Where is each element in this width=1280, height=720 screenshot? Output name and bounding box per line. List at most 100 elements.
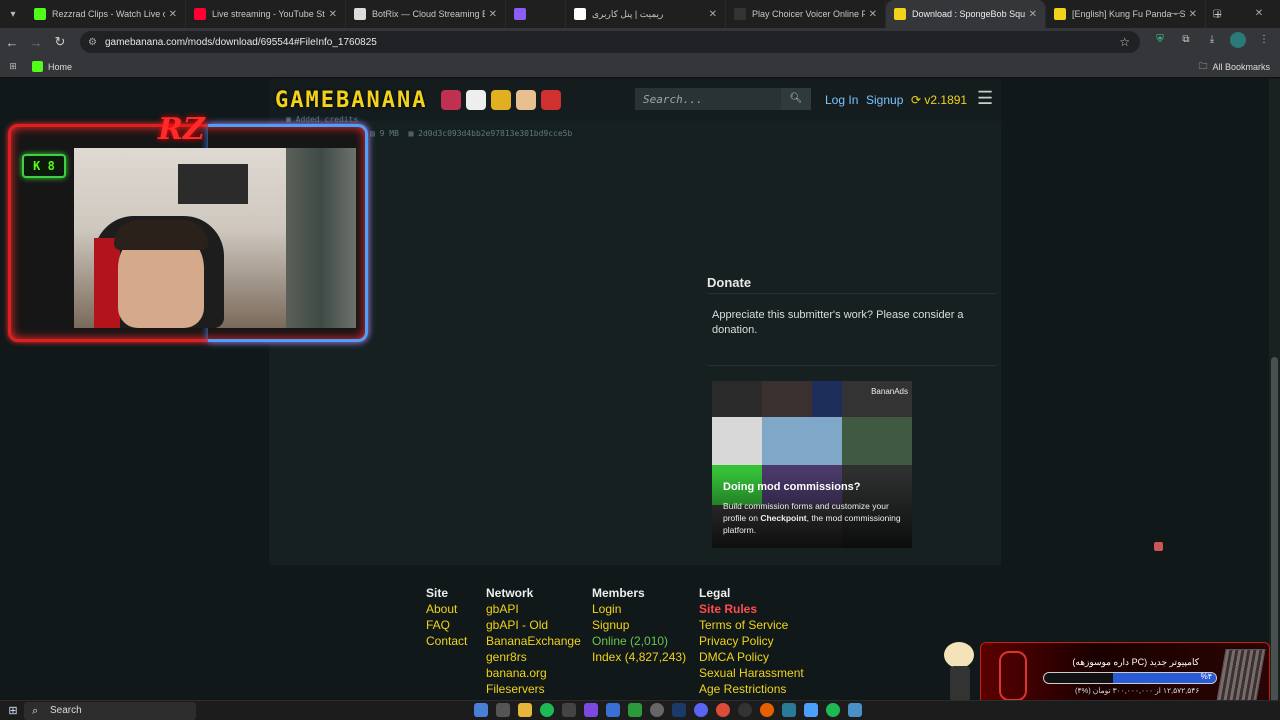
forward-icon[interactable]: →: [24, 35, 48, 50]
taskbar-search-label: Search: [50, 705, 82, 716]
signup-link[interactable]: Signup: [866, 93, 903, 107]
login-link[interactable]: Log In: [825, 93, 858, 107]
browser-tab[interactable]: [506, 0, 566, 28]
app-taskview-icon[interactable]: [496, 703, 510, 717]
footer-link-bananaexchange[interactable]: BananaExchange: [486, 633, 581, 649]
app-clock-icon[interactable]: [650, 703, 664, 717]
browser-tab[interactable]: Play Choicer Voicer Online Free ✕: [726, 0, 886, 28]
viewer-count: 8: [47, 159, 55, 173]
app-obs-icon[interactable]: [738, 703, 752, 717]
browser-tab[interactable]: BotRix — Cloud Streaming Bot ✕: [346, 0, 506, 28]
footer-link-terms[interactable]: Terms of Service: [699, 617, 804, 633]
footer-link-contact[interactable]: Contact: [426, 633, 467, 649]
footer-link-banana-org[interactable]: banana.org: [486, 665, 581, 681]
window-controls: — ▢ ✕: [1154, 0, 1280, 28]
tab-close-icon[interactable]: ✕: [169, 9, 177, 20]
app-pen-icon[interactable]: [782, 703, 796, 717]
search-input[interactable]: Search...: [635, 88, 781, 110]
extensions-puzzle-icon[interactable]: ⧉: [1178, 32, 1194, 48]
footer-link-harassment[interactable]: Sexual Harassment: [699, 665, 804, 681]
all-bookmarks[interactable]: 🗀 All Bookmarks: [1198, 59, 1270, 75]
tab-close-icon[interactable]: ✕: [709, 9, 717, 20]
bookmark-star-icon[interactable]: ☆: [1119, 35, 1130, 49]
menu-dots-icon[interactable]: ⋮: [1256, 32, 1272, 48]
game-deltarune-icon[interactable]: [466, 90, 487, 110]
page-scrollbar[interactable]: [1269, 79, 1280, 717]
taskbar-search[interactable]: ⌕ Search: [24, 702, 196, 720]
ad-text: Build commission forms and customize you…: [723, 500, 908, 536]
minimize-button[interactable]: —: [1154, 0, 1196, 28]
game-fnf-icon[interactable]: [441, 90, 462, 110]
browser-tab[interactable]: Live streaming - YouTube Studio ✕: [186, 0, 346, 28]
footer-link-privacy[interactable]: Privacy Policy: [699, 633, 804, 649]
kick-icon: [32, 61, 43, 72]
app-water-icon[interactable]: [804, 703, 818, 717]
address-bar[interactable]: ⚙ gamebanana.com/mods/download/695544#Fi…: [80, 31, 1140, 53]
game-sonic-icon[interactable]: [541, 90, 562, 110]
maximize-button[interactable]: ▢: [1196, 0, 1238, 28]
tab-close-icon[interactable]: ✕: [1029, 9, 1037, 20]
app-spotify-icon[interactable]: [540, 703, 554, 717]
site-info-icon[interactable]: ⚙: [88, 37, 97, 48]
app-monitor-icon[interactable]: [848, 703, 862, 717]
bookmark-home[interactable]: Home: [32, 61, 72, 72]
apps-grid-icon[interactable]: ⊞: [0, 61, 26, 72]
tab-close-icon[interactable]: ✕: [869, 9, 877, 20]
browser-toolbar: ← → ↻ ⚙ gamebanana.com/mods/download/695…: [0, 28, 1280, 56]
close-window-button[interactable]: ✕: [1238, 0, 1280, 28]
app-spotify2-icon[interactable]: [826, 703, 840, 717]
goal-title: کامپیوتر جدید (PC داره موسوزهه): [1072, 657, 1199, 667]
shield-extension-icon[interactable]: ⛨: [1152, 32, 1168, 48]
game-sm64-icon[interactable]: [491, 90, 512, 110]
tab-label: ریمیت | پنل کاربری: [592, 8, 664, 19]
footer-link-gbapi[interactable]: gbAPI: [486, 601, 581, 617]
footer-link-site-rules[interactable]: Site Rules: [699, 601, 804, 617]
footer-link-index[interactable]: Index (4,827,243): [592, 649, 686, 665]
extension-icons: ⛨ ⧉ ⤓ ⋮: [1152, 32, 1272, 48]
app-cursor-icon[interactable]: [562, 703, 576, 717]
app-copilot-icon[interactable]: [474, 703, 488, 717]
app-chrome-icon[interactable]: [716, 703, 730, 717]
app-firefox-icon[interactable]: [760, 703, 774, 717]
footer-link-genr8rs[interactable]: genr8rs: [486, 649, 581, 665]
profile-avatar[interactable]: [1230, 32, 1246, 48]
game-icons: [441, 90, 562, 110]
footer-link-online[interactable]: Online (2,010): [592, 633, 686, 649]
download-icon[interactable]: ⤓: [1204, 32, 1220, 48]
browser-tab[interactable]: Rezzrad Clips - Watch Live on K ✕: [26, 0, 186, 28]
footer-link-about[interactable]: About: [426, 601, 467, 617]
footer-link-login[interactable]: Login: [592, 601, 686, 617]
app-r-icon[interactable]: [584, 703, 598, 717]
game-character-icon[interactable]: [516, 90, 537, 110]
tab-search-icon[interactable]: ▾: [0, 0, 26, 28]
app-explorer-icon[interactable]: [518, 703, 532, 717]
back-icon[interactable]: ←: [0, 35, 24, 50]
gamebanana-logo[interactable]: GAMEBANANA: [275, 88, 427, 113]
wings-emblem-icon: [1216, 649, 1266, 701]
footer-link-faq[interactable]: FAQ: [426, 617, 467, 633]
reload-icon[interactable]: ↻: [48, 34, 72, 50]
footer-link-fileservers[interactable]: Fileservers: [486, 681, 581, 697]
tab-close-icon[interactable]: ✕: [489, 9, 497, 20]
tab-close-icon[interactable]: ✕: [329, 9, 337, 20]
search-button[interactable]: 🔍︎: [781, 88, 811, 110]
tab-favicon-icon: [514, 8, 526, 20]
footer-link-dmca[interactable]: DMCA Policy: [699, 649, 804, 665]
hamburger-menu-icon[interactable]: ☰: [977, 89, 993, 107]
scrollbar-thumb[interactable]: [1271, 357, 1278, 717]
windows-start-icon[interactable]: ⊞: [6, 704, 20, 718]
browser-tab[interactable]: Download : SpongeBob Square ✕: [886, 0, 1046, 28]
app-discord-icon[interactable]: [694, 703, 708, 717]
footer-link-gbapi-old[interactable]: gbAPI - Old: [486, 617, 581, 633]
browser-tab[interactable]: ریمیت | پنل کاربری ✕: [566, 0, 726, 28]
banana-ad[interactable]: BananAds Doing mod commissions? Build co…: [712, 381, 912, 548]
divider: [707, 293, 997, 294]
app-bolt-icon[interactable]: [628, 703, 642, 717]
version-text: v2.1891: [924, 93, 968, 107]
goal-subtitle: ۱۲,۵۷۲,۵۴۶ از ۳۰۰,۰۰۰,۰۰۰ تومان (%۴): [1075, 686, 1200, 695]
footer-link-age[interactable]: Age Restrictions: [699, 681, 804, 697]
app-folder-icon[interactable]: [606, 703, 620, 717]
footer-link-signup[interactable]: Signup: [592, 617, 686, 633]
app-steam-icon[interactable]: [672, 703, 686, 717]
version-label[interactable]: ⟳ v2.1891: [911, 93, 967, 107]
